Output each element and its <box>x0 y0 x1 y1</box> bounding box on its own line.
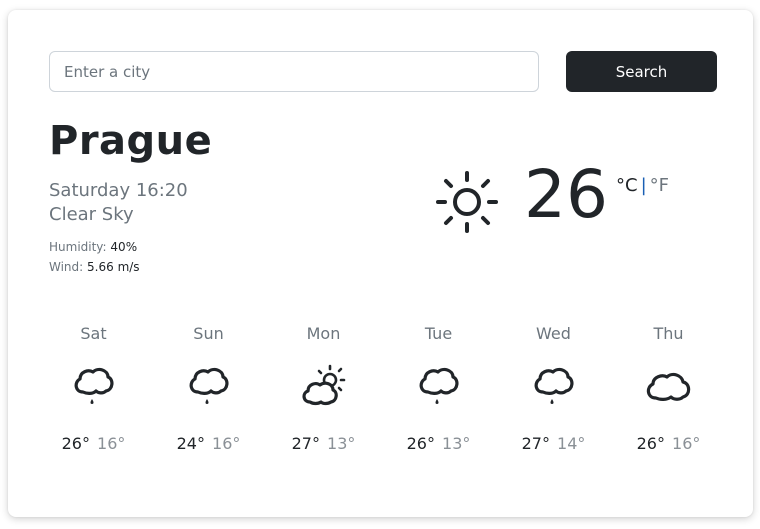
forecast-day-name: Thu <box>653 324 684 343</box>
humidity: Humidity: 40% <box>49 240 137 254</box>
rain-cloud-icon <box>189 367 228 404</box>
fahrenheit-link[interactable]: °F <box>650 175 669 196</box>
forecast-temps: 24° 16° <box>151 434 266 453</box>
forecast-low: 16° <box>212 434 241 453</box>
forecast-day: Sun 24° 16° <box>151 324 266 453</box>
forecast-high: 26° <box>406 434 435 453</box>
forecast-low: 13° <box>327 434 356 453</box>
current-datetime: Saturday 16:20 <box>49 180 188 201</box>
forecast-day: Mon 27° 13° <box>266 324 381 453</box>
search-button[interactable]: Search <box>566 51 717 92</box>
weather-description: Clear Sky <box>49 204 134 225</box>
humidity-label: Humidity: <box>49 240 107 254</box>
forecast-high: 27° <box>521 434 550 453</box>
wind-label: Wind: <box>49 260 84 274</box>
forecast-day-name: Sat <box>80 324 107 343</box>
forecast-high: 26° <box>61 434 90 453</box>
cloud-icon <box>646 372 690 401</box>
wind: Wind: 5.66 m/s <box>49 260 140 274</box>
forecast-low: 14° <box>557 434 586 453</box>
forecast-temps: 27° 14° <box>496 434 611 453</box>
forecast-low: 16° <box>97 434 126 453</box>
unit-separator: | <box>640 175 647 196</box>
wind-value: 5.66 m/s <box>87 260 140 274</box>
city-search-input[interactable] <box>49 51 539 92</box>
forecast-high: 24° <box>176 434 205 453</box>
forecast-temps: 26° 13° <box>381 434 496 453</box>
celsius-link[interactable]: °C <box>616 175 638 196</box>
forecast: Sat 26° 16° Sun 24° 16° Mon 27° 13° Tue … <box>36 324 726 453</box>
rain-cloud-icon <box>74 367 113 404</box>
forecast-day-name: Sun <box>193 324 224 343</box>
forecast-temps: 27° 13° <box>266 434 381 453</box>
rain-cloud-icon <box>534 367 573 404</box>
forecast-day: Sat 26° 16° <box>36 324 151 453</box>
forecast-day: Tue 26° 13° <box>381 324 496 453</box>
forecast-high: 27° <box>291 434 320 453</box>
partly-sunny-icon <box>302 364 345 406</box>
current-temperature: 26 <box>524 156 608 233</box>
forecast-temps: 26° 16° <box>611 434 726 453</box>
humidity-value: 40% <box>110 240 138 254</box>
forecast-temps: 26° 16° <box>36 434 151 453</box>
forecast-day: Wed 27° 14° <box>496 324 611 453</box>
forecast-day: Thu 26° 16° <box>611 324 726 453</box>
sun-icon <box>436 171 498 233</box>
forecast-low: 13° <box>442 434 471 453</box>
forecast-low: 16° <box>672 434 701 453</box>
rain-cloud-icon <box>419 367 458 404</box>
forecast-day-name: Mon <box>306 324 341 343</box>
forecast-high: 26° <box>636 434 665 453</box>
unit-toggle: °C | °F <box>616 175 669 196</box>
forecast-day-name: Wed <box>536 324 571 343</box>
forecast-day-name: Tue <box>424 324 453 343</box>
city-name: Prague <box>49 118 213 164</box>
